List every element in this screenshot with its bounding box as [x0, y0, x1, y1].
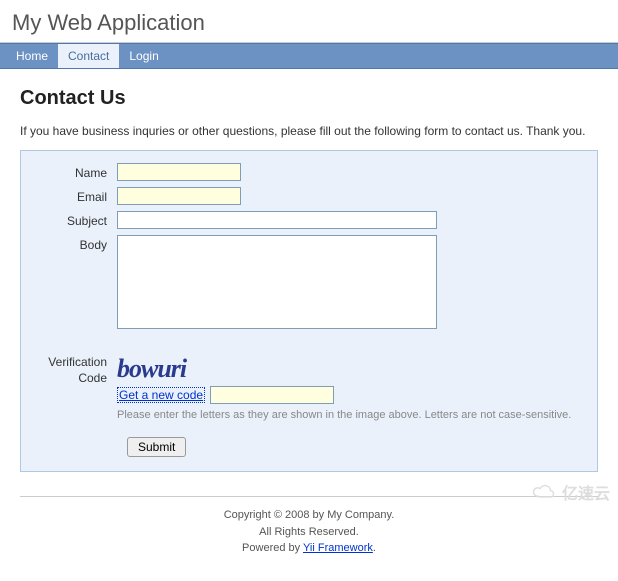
captcha-label: Verification Code [35, 352, 117, 386]
subject-label: Subject [35, 211, 117, 228]
name-input[interactable] [117, 163, 241, 181]
submit-button[interactable]: Submit [127, 437, 186, 457]
name-label: Name [35, 163, 117, 180]
contact-form: Name Email Subject Body Verification Cod [20, 150, 598, 472]
field-body-row: Body [35, 235, 583, 332]
subject-input[interactable] [117, 211, 437, 229]
nav-home[interactable]: Home [6, 44, 58, 68]
field-captcha-row: Verification Code bowuri Get a new code … [35, 352, 583, 423]
page-intro: If you have business inquries or other q… [20, 124, 598, 138]
field-email-row: Email [35, 187, 583, 205]
page-content: Contact Us If you have business inquries… [0, 69, 618, 581]
field-subject-row: Subject [35, 211, 583, 229]
captcha-image: bowuri [117, 352, 192, 386]
cloud-icon [531, 483, 559, 501]
app-header: My Web Application [0, 0, 618, 43]
nav-contact[interactable]: Contact [58, 44, 119, 68]
field-name-row: Name [35, 163, 583, 181]
footer-framework-link[interactable]: Yii Framework [303, 542, 373, 554]
email-input[interactable] [117, 187, 241, 205]
footer-powered: Powered by Yii Framework. [20, 540, 598, 557]
footer-copyright: Copyright © 2008 by My Company. [20, 507, 598, 524]
captcha-hint: Please enter the letters as they are sho… [117, 408, 583, 423]
main-nav: Home Contact Login [0, 43, 618, 69]
page-footer: Copyright © 2008 by My Company. All Righ… [20, 496, 598, 571]
body-textarea[interactable] [117, 235, 437, 329]
watermark: 亿速云 [531, 480, 610, 504]
watermark-text: 亿速云 [562, 480, 610, 504]
email-label: Email [35, 187, 117, 204]
nav-login[interactable]: Login [119, 44, 168, 68]
captcha-input[interactable] [210, 386, 334, 404]
captcha-refresh-link[interactable]: Get a new code [117, 387, 205, 403]
page-heading: Contact Us [20, 87, 598, 110]
app-title: My Web Application [12, 10, 606, 36]
footer-rights: All Rights Reserved. [20, 524, 598, 541]
body-label: Body [35, 235, 117, 252]
